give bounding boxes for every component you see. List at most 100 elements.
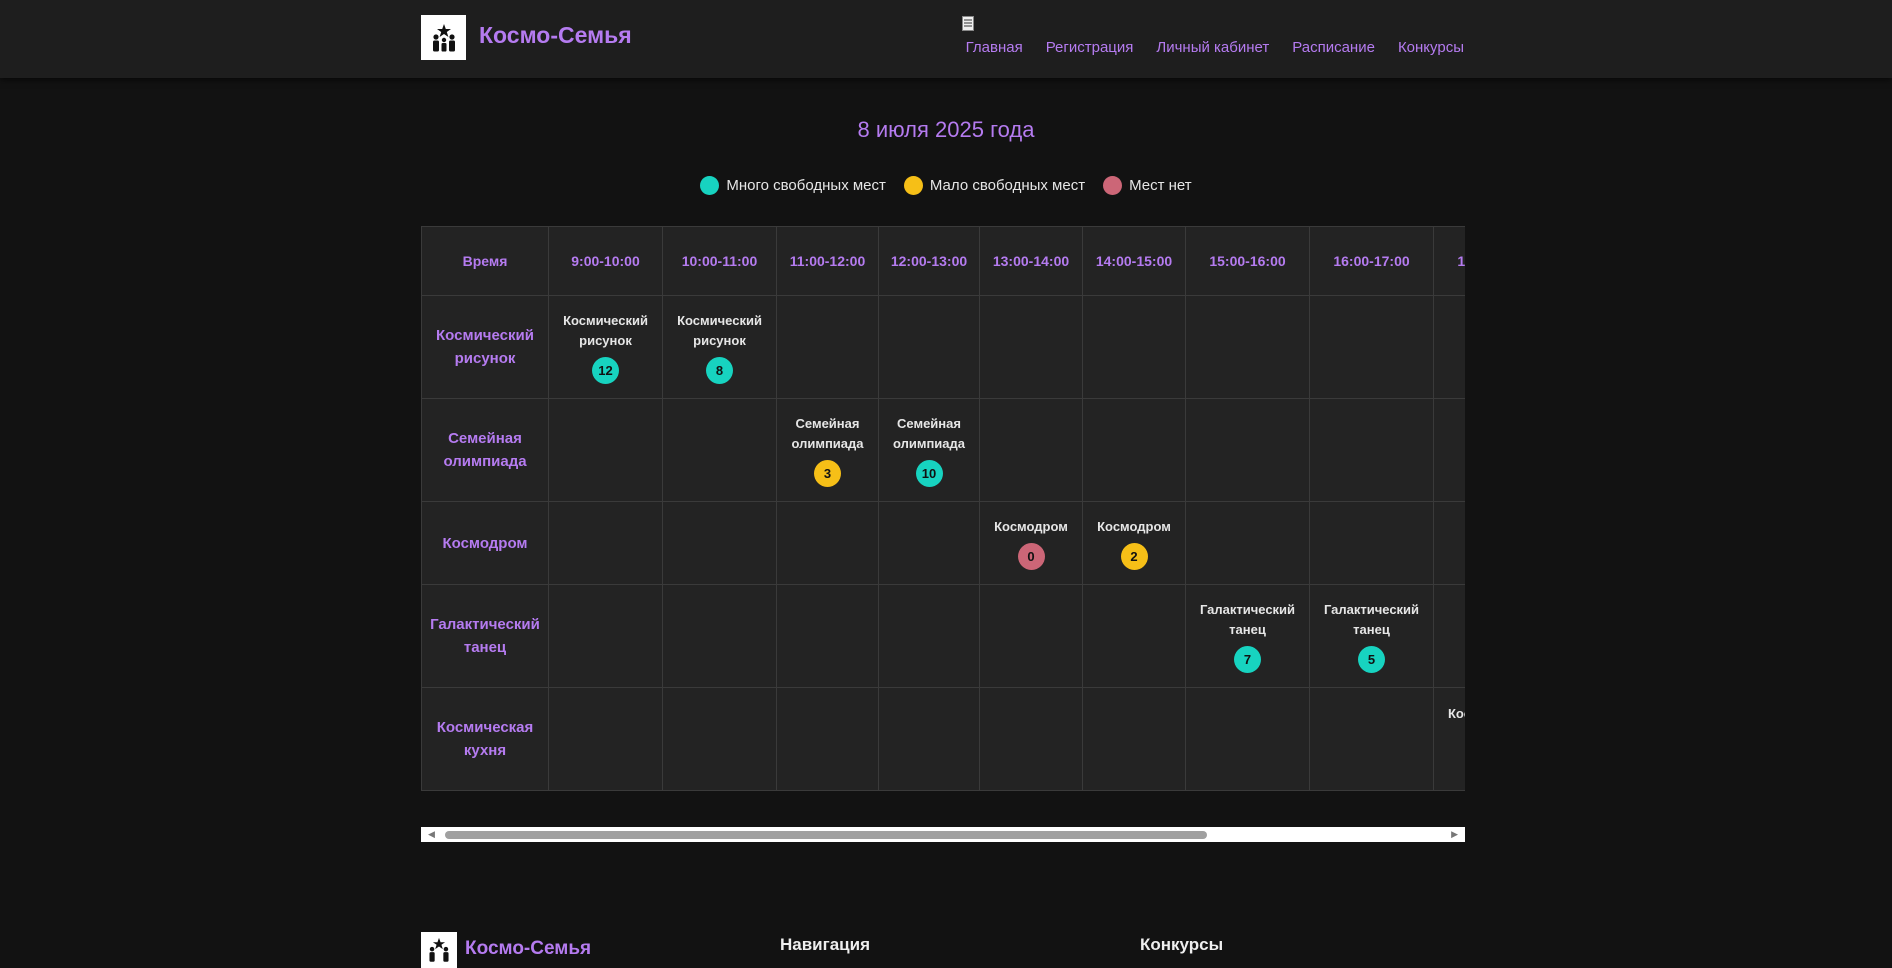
nav-registration[interactable]: Регистрация xyxy=(1046,39,1134,56)
schedule-date: 8 июля 2025 года xyxy=(857,117,1035,142)
legend-dot-many xyxy=(700,176,720,195)
schedule-cell xyxy=(662,501,777,585)
event-name: Галактический танец xyxy=(1323,601,1420,637)
time-slot-header: 12:00-13:00 xyxy=(878,226,980,296)
schedule-cell xyxy=(776,687,879,791)
activity-label: Галактический танец xyxy=(421,584,549,688)
family-star-icon xyxy=(429,937,449,962)
schedule-cell xyxy=(548,584,663,688)
schedule-cell[interactable]: Семейная олимпиада 3 xyxy=(776,398,879,502)
schedule-cell xyxy=(1082,295,1186,399)
nav-home[interactable]: Главная xyxy=(966,39,1023,56)
schedule-cell xyxy=(662,584,777,688)
schedule-cell xyxy=(1082,584,1186,688)
footer-nav-heading: Навигация xyxy=(780,935,870,954)
seats-badge: 5 xyxy=(1358,645,1385,673)
schedule-cell xyxy=(878,295,980,399)
seats-badge: 0 xyxy=(1017,542,1045,570)
schedule-cell xyxy=(548,687,663,791)
schedule-row: Космодром Космодром 0 Космодром 2 xyxy=(421,501,1465,585)
document-icon[interactable] xyxy=(962,16,974,32)
schedule-cell[interactable]: Космодром 0 xyxy=(979,501,1083,585)
legend-item-few: Мало свободных мест xyxy=(903,176,1086,195)
event-name: Космодром xyxy=(1097,518,1171,534)
schedule-table-container[interactable]: Время 9:00-10:00 10:00-11:00 11:00-12:00 12:… xyxy=(421,226,1465,792)
schedule-cell xyxy=(662,687,777,791)
event-name: Космический рисунок xyxy=(563,312,648,348)
time-header: Время xyxy=(421,226,549,296)
schedule-cell xyxy=(878,584,980,688)
schedule-cell[interactable]: Космодром 2 xyxy=(1082,501,1186,585)
schedule-cell xyxy=(1309,687,1434,791)
schedule-cell xyxy=(776,295,879,399)
event-entry[interactable]: Космодром 2 xyxy=(1083,517,1185,570)
schedule-cell[interactable]: Космический рисунок 8 xyxy=(662,295,777,399)
schedule-cell xyxy=(548,398,663,502)
logo[interactable] xyxy=(421,15,466,60)
nav-account[interactable]: Личный кабинет xyxy=(1156,39,1269,56)
schedule-row: Космическая кухня Космическая кухня xyxy=(421,687,1465,791)
event-name: Галактический танец xyxy=(1199,601,1296,637)
event-entry[interactable]: Галактический танец 5 xyxy=(1310,600,1433,673)
legend-item-many: Много свободных мест xyxy=(700,176,886,195)
legend-label: Мало свободных мест xyxy=(929,177,1086,194)
schedule-cell xyxy=(776,501,879,585)
seats-badge: 3 xyxy=(814,459,841,487)
legend-label: Много свободных мест xyxy=(726,177,886,194)
footer-logo[interactable] xyxy=(421,932,457,968)
schedule-cell xyxy=(1433,584,1465,688)
seats-badge: 10 xyxy=(915,459,943,487)
scrollbar-thumb[interactable] xyxy=(445,831,1207,839)
legend-dot-few xyxy=(903,176,923,195)
nav-schedule[interactable]: Расписание xyxy=(1292,39,1375,56)
activity-label: Космический рисунок xyxy=(421,295,549,399)
time-slot-header: 9:00-10:00 xyxy=(548,226,663,296)
schedule-cell xyxy=(1185,687,1310,791)
schedule-row: Семейная олимпиада Семейная олимпиада 3 Сем… xyxy=(421,398,1465,502)
schedule-cell[interactable]: Галактический танец 5 xyxy=(1309,584,1434,688)
event-name: Семейная олимпиада xyxy=(892,415,966,451)
schedule-cell xyxy=(979,295,1083,399)
event-entry[interactable]: Космический рисунок 12 xyxy=(549,311,662,384)
schedule-cell[interactable]: Галактический танец 7 xyxy=(1185,584,1310,688)
legend-item-none: Мест нет xyxy=(1103,176,1192,195)
schedule-cell xyxy=(1082,398,1186,502)
schedule-cell xyxy=(1433,398,1465,502)
activity-label: Космическая кухня xyxy=(421,687,549,791)
seats-badge: 7 xyxy=(1234,645,1261,673)
event-entry[interactable]: Семейная олимпиада 10 xyxy=(879,414,979,487)
schedule-cell xyxy=(979,687,1083,791)
brand-name[interactable]: Космо-Семья xyxy=(479,22,632,49)
schedule-cell xyxy=(548,501,663,585)
event-entry[interactable]: Космодром 0 xyxy=(980,517,1082,570)
schedule-cell[interactable]: Семейная олимпиада 10 xyxy=(878,398,980,502)
main-nav: Главная Регистрация Личный кабинет Распи… xyxy=(966,39,1464,56)
schedule-cell xyxy=(1309,501,1434,585)
schedule-cell xyxy=(776,584,879,688)
seats-badge: 12 xyxy=(592,356,619,384)
schedule-row: Космический рисунок Космический рисунок 12… xyxy=(421,295,1465,399)
event-entry[interactable]: Семейная олимпиада 3 xyxy=(777,414,878,487)
event-name: Космодром xyxy=(994,518,1068,534)
schedule-cell xyxy=(878,687,980,791)
seats-badge: 8 xyxy=(706,356,733,384)
schedule-cell[interactable]: Космическая кухня xyxy=(1433,687,1465,791)
event-name: Семейная олимпиада xyxy=(791,415,864,451)
schedule-cell[interactable]: Космический рисунок 12 xyxy=(548,295,663,399)
event-entry[interactable]: Космический рисунок 8 xyxy=(663,311,776,384)
schedule-cell xyxy=(979,398,1083,502)
schedule-cell xyxy=(1082,687,1186,791)
horizontal-scrollbar[interactable]: ◀ ▶ xyxy=(421,827,1465,842)
schedule-cell xyxy=(1309,295,1434,399)
scroll-right-icon[interactable]: ▶ xyxy=(1451,829,1458,840)
event-entry[interactable]: Галактический танец 7 xyxy=(1186,600,1309,673)
schedule-cell xyxy=(1185,398,1310,502)
nav-contests[interactable]: Конкурсы xyxy=(1398,39,1464,56)
activity-label: Семейная олимпиада xyxy=(421,398,549,502)
schedule-table: Время 9:00-10:00 10:00-11:00 11:00-12:00 12:… xyxy=(421,226,1465,791)
family-star-icon xyxy=(432,23,455,51)
time-slot-header: 16:00-17:00 xyxy=(1309,226,1434,296)
scroll-left-icon[interactable]: ◀ xyxy=(428,829,435,840)
event-entry[interactable]: Космическая кухня xyxy=(1434,704,1465,724)
availability-legend: Много свободных мест Мало свободных мест… xyxy=(0,176,1892,195)
